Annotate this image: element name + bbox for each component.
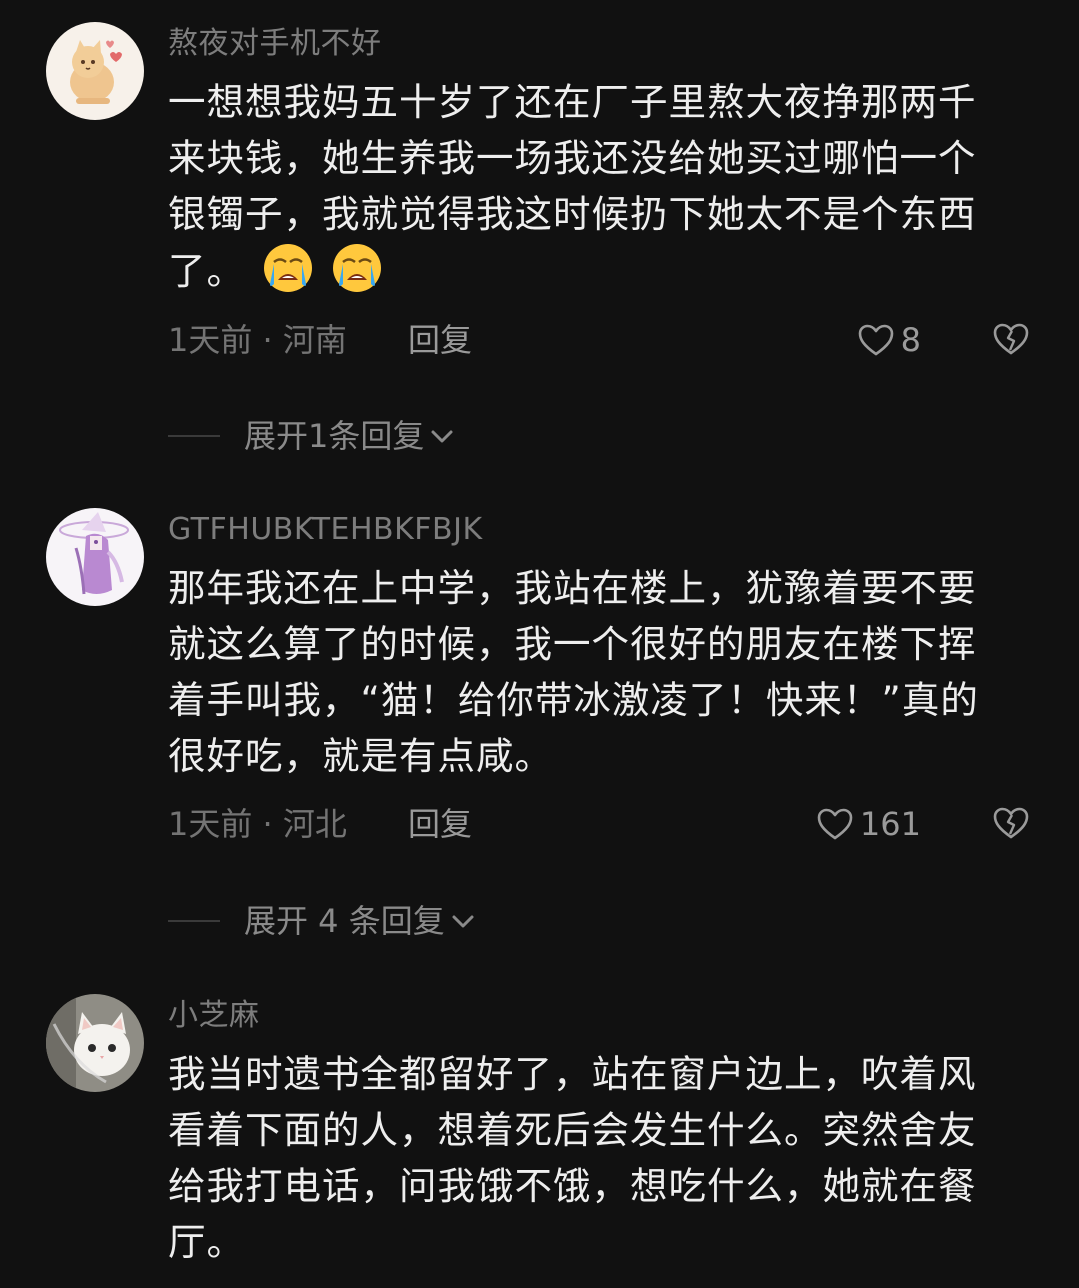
like-count: 161 (859, 805, 921, 843)
divider-line (168, 920, 220, 922)
comment-body: 那年我还在上中学，我站在楼上，犹豫着要不要就这么算了的时候，我一个很好的朋友在楼… (168, 566, 979, 778)
comment-username[interactable]: GTFHUBKTEHBKFBJK (168, 510, 483, 550)
dislike-button[interactable] (992, 322, 1030, 360)
chevron-down-icon (431, 430, 453, 443)
avatar[interactable] (46, 508, 144, 606)
avatar[interactable] (46, 994, 144, 1092)
expand-replies-button[interactable]: 展开 4 条回复 (168, 901, 477, 941)
heart-outline-icon (817, 808, 853, 840)
comment-body: 我当时遗书全都留好了，站在窗户边上，吹着风看着下面的人，想着死后会发生什么。突然… (168, 1052, 977, 1264)
comment-meta: 1天前 · 河北 (168, 805, 347, 843)
comment-text: 一想想我妈五十岁了还在厂子里熬大夜挣那两千来块钱，她生养我一场我还没给她买过哪怕… (168, 74, 1013, 299)
expand-replies-label: 展开 4 条回复 (244, 902, 445, 940)
loudly-crying-face-emoji (332, 244, 381, 292)
loudly-crying-face-emoji (263, 244, 312, 292)
dislike-button[interactable] (992, 806, 1030, 844)
comment-username[interactable]: 小芝麻 (168, 996, 260, 1036)
broken-heart-icon (993, 323, 1029, 355)
broken-heart-icon (993, 807, 1029, 839)
expand-replies-button[interactable]: 展开1条回复 (168, 416, 456, 456)
avatar[interactable] (46, 22, 144, 120)
expand-replies-label: 展开1条回复 (244, 417, 425, 455)
reply-button[interactable]: 回复 (408, 804, 472, 844)
like-button[interactable]: 8 (857, 320, 921, 360)
comment-username[interactable]: 熬夜对手机不好 (168, 24, 382, 64)
comment-meta: 1天前 · 河南 (168, 321, 347, 359)
divider-line (168, 435, 220, 437)
like-button[interactable]: 161 (816, 804, 921, 844)
reply-button[interactable]: 回复 (408, 320, 472, 360)
heart-outline-icon (858, 324, 893, 356)
chevron-down-icon (452, 915, 474, 928)
like-count: 8 (900, 321, 921, 359)
